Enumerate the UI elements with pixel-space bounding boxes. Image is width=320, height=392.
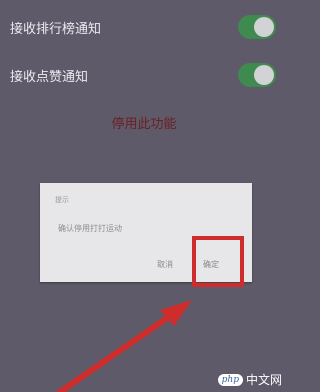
watermark: php 中文网 <box>217 371 282 388</box>
annotation-arrow-icon <box>57 300 192 392</box>
watermark-badge: php <box>217 373 243 386</box>
watermark-text: 中文网 <box>245 373 282 387</box>
